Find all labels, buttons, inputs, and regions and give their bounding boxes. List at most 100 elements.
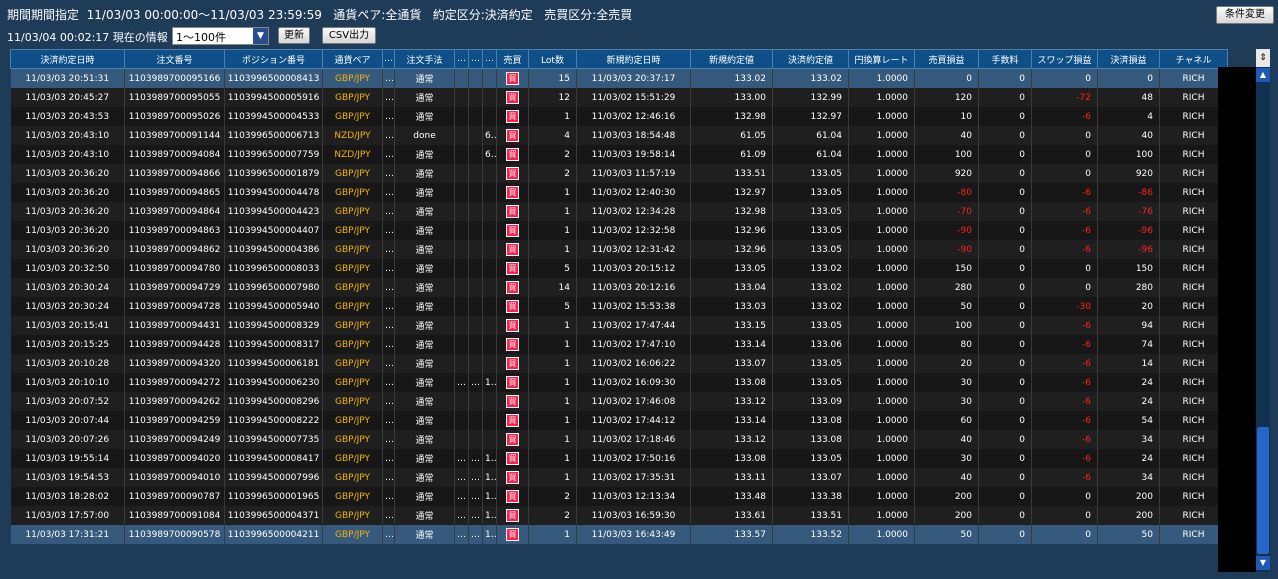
column-header[interactable]: 決済損益 <box>1097 49 1160 69</box>
refresh-button[interactable]: 更新 <box>278 27 310 44</box>
cell-e1: … <box>382 88 395 107</box>
table-row[interactable]: 11/03/03 20:30:24 1103989700094728 1103994… <box>10 297 1228 316</box>
buy-badge: 買 <box>506 509 519 522</box>
table-row[interactable]: 11/03/03 18:28:02 1103989700090787 1103996… <box>10 487 1228 506</box>
column-header[interactable]: 売買損益 <box>914 49 979 69</box>
column-header[interactable]: 手数料 <box>978 49 1032 69</box>
scroll-thumb[interactable] <box>1257 427 1269 554</box>
cell-set_px: 133.02 <box>772 259 849 278</box>
table-row[interactable]: 11/03/03 20:36:20 1103989700094865 1103994… <box>10 183 1228 202</box>
column-header[interactable]: 決済約定日時 <box>10 49 125 69</box>
column-settings-icon[interactable]: ⇕ <box>1256 49 1270 67</box>
cell-e3: … <box>468 468 483 487</box>
table-row[interactable]: 11/03/03 20:51:31 1103989700095166 1103996… <box>10 68 1228 88</box>
cell-new_dt: 11/03/02 17:46:08 <box>576 392 691 411</box>
table-row[interactable]: 11/03/03 19:54:53 1103989700094010 1103994… <box>10 468 1228 487</box>
table-row[interactable]: 11/03/03 20:10:10 1103989700094272 1103994… <box>10 373 1228 392</box>
cell-settle: 11/03/03 17:31:21 <box>10 525 125 544</box>
cell-pair: GBP/JPY <box>322 506 383 525</box>
cell-swap: -6 <box>1031 373 1098 392</box>
table-row[interactable]: 11/03/03 20:36:20 1103989700094863 1103994… <box>10 221 1228 240</box>
cell-net: 150 <box>1097 259 1160 278</box>
cell-lot: 1 <box>528 183 577 202</box>
cell-fee: 0 <box>978 506 1032 525</box>
cell-new_px: 133.57 <box>690 525 773 544</box>
table-row[interactable]: 11/03/03 20:07:52 1103989700094262 1103994… <box>10 392 1228 411</box>
range-select[interactable]: 1〜100件 ▼ <box>172 27 269 45</box>
cell-e3 <box>468 183 483 202</box>
cell-order: 1103989700094259 <box>124 411 225 430</box>
cell-fee: 0 <box>978 240 1032 259</box>
table-row[interactable]: 11/03/03 20:43:10 1103989700091144 1103996… <box>10 126 1228 145</box>
cell-e3 <box>468 221 483 240</box>
cell-swap: -6 <box>1031 202 1098 221</box>
cell-pair: GBP/JPY <box>322 449 383 468</box>
cell-settle: 11/03/03 20:32:50 <box>10 259 125 278</box>
cell-e3 <box>468 411 483 430</box>
column-header[interactable]: … <box>468 49 483 69</box>
column-header[interactable]: … <box>482 49 497 69</box>
table-row[interactable]: 11/03/03 20:32:50 1103989700094780 1103996… <box>10 259 1228 278</box>
cell-e1: … <box>382 126 395 145</box>
cell-order: 1103989700091084 <box>124 506 225 525</box>
table-row[interactable]: 11/03/03 20:15:41 1103989700094431 1103994… <box>10 316 1228 335</box>
change-conditions-button[interactable]: 条件変更 <box>1216 6 1274 24</box>
cell-e1: … <box>382 449 395 468</box>
cell-e4 <box>482 278 497 297</box>
chevron-down-icon[interactable]: ▼ <box>253 28 268 44</box>
table-row[interactable]: 11/03/03 17:31:21 1103989700090578 1103996… <box>10 525 1228 544</box>
column-header[interactable]: 決済約定値 <box>772 49 849 69</box>
column-header[interactable]: 注文番号 <box>124 49 225 69</box>
buy-badge: 買 <box>506 414 519 427</box>
cell-pos: 1103994500008417 <box>224 449 323 468</box>
column-header[interactable]: チャネル <box>1159 49 1228 69</box>
scroll-down-icon[interactable]: ▼ <box>1256 556 1270 570</box>
table-row[interactable]: 11/03/03 20:43:10 1103989700094084 1103996… <box>10 145 1228 164</box>
cell-swap: -6 <box>1031 411 1098 430</box>
cell-e2 <box>454 164 469 183</box>
csv-export-button[interactable]: CSV出力 <box>322 27 376 44</box>
scroll-up-icon[interactable]: ▲ <box>1256 68 1270 82</box>
column-header[interactable]: Lot数 <box>528 49 577 69</box>
cell-pair: GBP/JPY <box>322 316 383 335</box>
cell-new_px: 61.05 <box>690 126 773 145</box>
table-row[interactable]: 11/03/03 20:45:27 1103989700095055 1103994… <box>10 88 1228 107</box>
cell-order: 1103989700094865 <box>124 183 225 202</box>
cell-net: 50 <box>1097 525 1160 544</box>
column-header[interactable]: 注文手法 <box>394 49 455 69</box>
cell-lot: 1 <box>528 392 577 411</box>
table-row[interactable]: 11/03/03 20:43:53 1103989700095026 1103994… <box>10 107 1228 126</box>
column-header[interactable]: 売買 <box>496 49 529 69</box>
cell-set_px: 133.08 <box>772 411 849 430</box>
cell-e2 <box>454 392 469 411</box>
table-row[interactable]: 11/03/03 20:10:28 1103989700094320 1103994… <box>10 354 1228 373</box>
column-header[interactable]: ポジション番号 <box>224 49 323 69</box>
column-header[interactable]: 通貨ペア <box>322 49 383 69</box>
table-row[interactable]: 11/03/03 19:55:14 1103989700094020 1103994… <box>10 449 1228 468</box>
buy-badge: 買 <box>506 186 519 199</box>
vertical-scrollbar[interactable]: ⇕ ▲ ▼ <box>1256 49 1270 572</box>
column-header[interactable]: 円換算レート <box>848 49 915 69</box>
table-row[interactable]: 11/03/03 17:57:00 1103989700091084 1103996… <box>10 506 1228 525</box>
table-row[interactable]: 11/03/03 20:36:20 1103989700094864 1103994… <box>10 202 1228 221</box>
table-row[interactable]: 11/03/03 20:07:26 1103989700094249 1103994… <box>10 430 1228 449</box>
column-header[interactable]: … <box>382 49 395 69</box>
table-row[interactable]: 11/03/03 20:36:20 1103989700094862 1103994… <box>10 240 1228 259</box>
table-row[interactable]: 11/03/03 20:36:20 1103989700094866 1103996… <box>10 164 1228 183</box>
cell-rate: 1.0000 <box>848 107 915 126</box>
cell-order: 1103989700094249 <box>124 430 225 449</box>
table-row[interactable]: 11/03/03 20:15:25 1103989700094428 1103994… <box>10 335 1228 354</box>
cell-e2: … <box>454 468 469 487</box>
table-row[interactable]: 11/03/03 20:30:24 1103989700094729 1103996… <box>10 278 1228 297</box>
column-header[interactable]: 新規約定値 <box>690 49 773 69</box>
column-header[interactable]: スワップ損益 <box>1031 49 1098 69</box>
cell-lot: 5 <box>528 259 577 278</box>
cell-e1: … <box>382 316 395 335</box>
cell-rate: 1.0000 <box>848 430 915 449</box>
cell-swap: -6 <box>1031 392 1098 411</box>
cell-e4 <box>482 430 497 449</box>
column-header[interactable]: 新規約定日時 <box>576 49 691 69</box>
table-row[interactable]: 11/03/03 20:07:44 1103989700094259 1103994… <box>10 411 1228 430</box>
column-header[interactable]: … <box>454 49 469 69</box>
cell-e4: 1… <box>482 525 497 544</box>
